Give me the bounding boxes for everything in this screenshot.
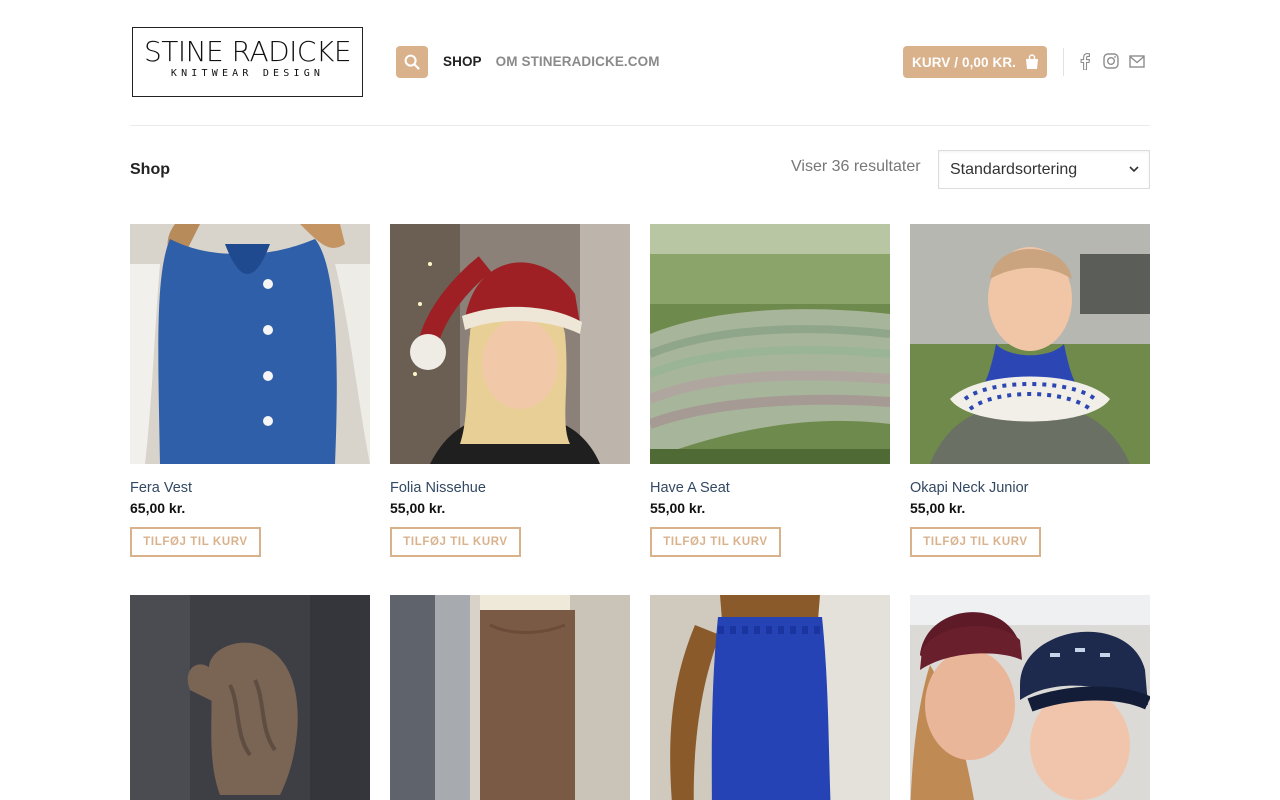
chevron-down-icon bbox=[1129, 166, 1139, 173]
logo-subtitle: KNITWEAR DESIGN bbox=[170, 68, 325, 79]
product-name[interactable]: Folia Nissehue bbox=[390, 480, 630, 496]
facebook-link[interactable] bbox=[1076, 52, 1093, 70]
header-divider bbox=[1063, 48, 1064, 76]
breadcrumb: Shop bbox=[130, 161, 170, 178]
product-name[interactable]: Okapi Neck Junior bbox=[910, 480, 1150, 496]
email-link[interactable] bbox=[1128, 52, 1145, 70]
add-to-cart-button[interactable]: TILFØJ TIL KURV bbox=[910, 527, 1041, 557]
product-name[interactable]: Fera Vest bbox=[130, 480, 370, 496]
product-card bbox=[910, 595, 1150, 800]
product-card bbox=[130, 595, 370, 800]
social-links bbox=[1076, 52, 1145, 70]
product-image[interactable] bbox=[130, 595, 370, 800]
product-price: 55,00 kr. bbox=[910, 500, 966, 516]
product-card: Folia Nissehue 55,00 kr. TILFØJ TIL KURV bbox=[390, 224, 630, 557]
product-card bbox=[650, 595, 890, 800]
site-header: STINE RADICKE KNITWEAR DESIGN SHOP OM ST… bbox=[130, 0, 1150, 126]
main-nav: SHOP OM STINERADICKE.COM bbox=[443, 54, 660, 69]
nav-item-shop[interactable]: SHOP bbox=[443, 54, 482, 69]
facebook-icon bbox=[1080, 52, 1090, 70]
product-image[interactable] bbox=[130, 224, 370, 464]
logo-title: STINE RADICKE bbox=[143, 35, 352, 68]
product-image[interactable] bbox=[910, 595, 1150, 800]
product-image[interactable] bbox=[650, 595, 890, 800]
shop-toolbar: Shop Viser 36 resultater Standardsorteri… bbox=[130, 150, 1150, 190]
nav-item-about[interactable]: OM STINERADICKE.COM bbox=[496, 54, 660, 69]
add-to-cart-button[interactable]: TILFØJ TIL KURV bbox=[650, 527, 781, 557]
results-count: Viser 36 resultater bbox=[791, 158, 921, 175]
cart-button[interactable]: KURV / 0,00 KR. bbox=[903, 46, 1047, 78]
product-image[interactable] bbox=[390, 224, 630, 464]
product-price: 65,00 kr. bbox=[130, 500, 186, 516]
cart-label: KURV / 0,00 KR. bbox=[912, 54, 1017, 70]
instagram-icon bbox=[1102, 53, 1119, 69]
sort-select[interactable]: Standardsortering bbox=[938, 150, 1150, 189]
sort-selected-value: Standardsortering bbox=[950, 160, 1078, 178]
site-logo[interactable]: STINE RADICKE KNITWEAR DESIGN bbox=[132, 27, 363, 97]
product-image[interactable] bbox=[650, 224, 890, 464]
instagram-link[interactable] bbox=[1102, 52, 1119, 70]
search-icon bbox=[404, 54, 420, 70]
add-to-cart-button[interactable]: TILFØJ TIL KURV bbox=[130, 527, 261, 557]
product-image[interactable] bbox=[910, 224, 1150, 464]
product-card: Have A Seat 55,00 kr. TILFØJ TIL KURV bbox=[650, 224, 890, 557]
product-price: 55,00 kr. bbox=[650, 500, 706, 516]
add-to-cart-button[interactable]: TILFØJ TIL KURV bbox=[390, 527, 521, 557]
email-icon bbox=[1128, 54, 1145, 68]
search-button[interactable] bbox=[396, 46, 428, 78]
product-card bbox=[390, 595, 630, 800]
product-name[interactable]: Have A Seat bbox=[650, 480, 890, 496]
product-card: Okapi Neck Junior 55,00 kr. TILFØJ TIL K… bbox=[910, 224, 1150, 557]
product-card: Fera Vest 65,00 kr. TILFØJ TIL KURV bbox=[130, 224, 370, 557]
shopping-bag-icon bbox=[1026, 54, 1039, 69]
product-image[interactable] bbox=[390, 595, 630, 800]
product-price: 55,00 kr. bbox=[390, 500, 446, 516]
